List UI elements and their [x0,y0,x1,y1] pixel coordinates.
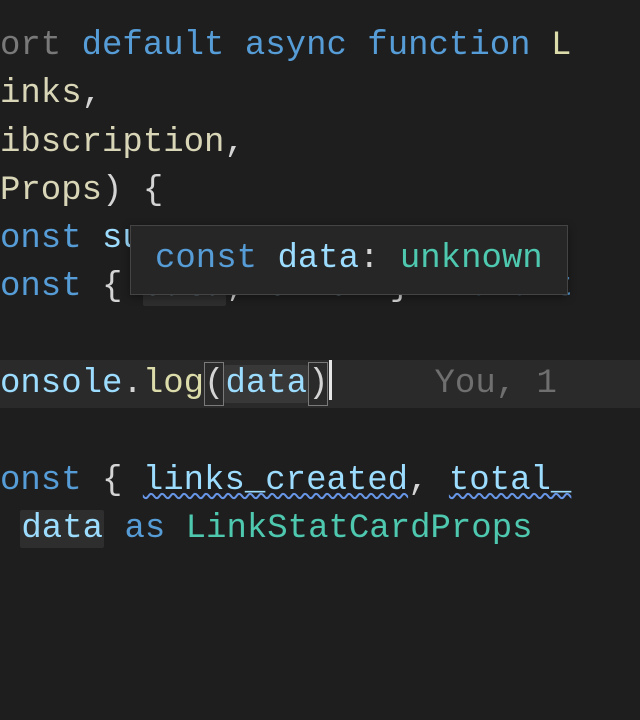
variable-total: total_ [449,462,571,500]
keyword-const: onst [0,220,82,258]
keyword-const: onst [0,462,82,500]
paren-close: ) [308,360,328,408]
code-text: ort [0,27,82,65]
keyword-default: default [82,27,225,65]
identifier: Props [0,172,102,210]
code-line[interactable]: inks, [0,70,640,118]
codelens-author[interactable]: You, 1 [435,365,557,403]
dot: . [122,365,142,403]
brace-open: { [102,268,122,306]
paren-open: ( [204,360,224,408]
code-editor[interactable]: ort default async function L inks, ibscr… [0,0,640,720]
brace-open: { [143,172,163,210]
object-console: onsole [0,365,122,403]
variable-data: data [20,510,104,548]
keyword-as: as [124,510,165,548]
blank-line [0,408,640,456]
paren-close: ) [102,172,122,210]
tooltip-type: unknown [400,240,543,278]
current-line[interactable]: onsole.log(data) You, 1 [0,360,640,408]
variable-links-created: links_created [143,462,408,500]
identifier: inks [0,75,82,113]
inline-spacer [332,365,434,403]
keyword-const: onst [0,268,82,306]
hover-tooltip[interactable]: const data: unknown [130,225,568,295]
tooltip-variable: data [277,240,359,278]
code-line[interactable]: Props) { [0,167,640,215]
tooltip-keyword: const [155,240,257,278]
type-name: LinkStatCardProps [186,510,533,548]
tooltip-colon: : [359,240,400,278]
brace-open: { [102,462,122,500]
blank-line [0,312,640,360]
comma: , [408,462,428,500]
code-line[interactable]: onst { links_created, total_ [0,457,640,505]
code-line[interactable]: ort default async function L [0,22,640,70]
comma: , [224,124,244,162]
code-line[interactable]: ibscription, [0,119,640,167]
method-log: log [143,365,204,403]
identifier: ibscription [0,124,224,162]
variable-data: data [224,365,308,403]
code-line[interactable]: data as LinkStatCardProps [0,505,640,553]
keyword-async: async [245,27,347,65]
function-name: L [551,27,571,65]
keyword-function: function [367,27,530,65]
comma: , [82,75,102,113]
